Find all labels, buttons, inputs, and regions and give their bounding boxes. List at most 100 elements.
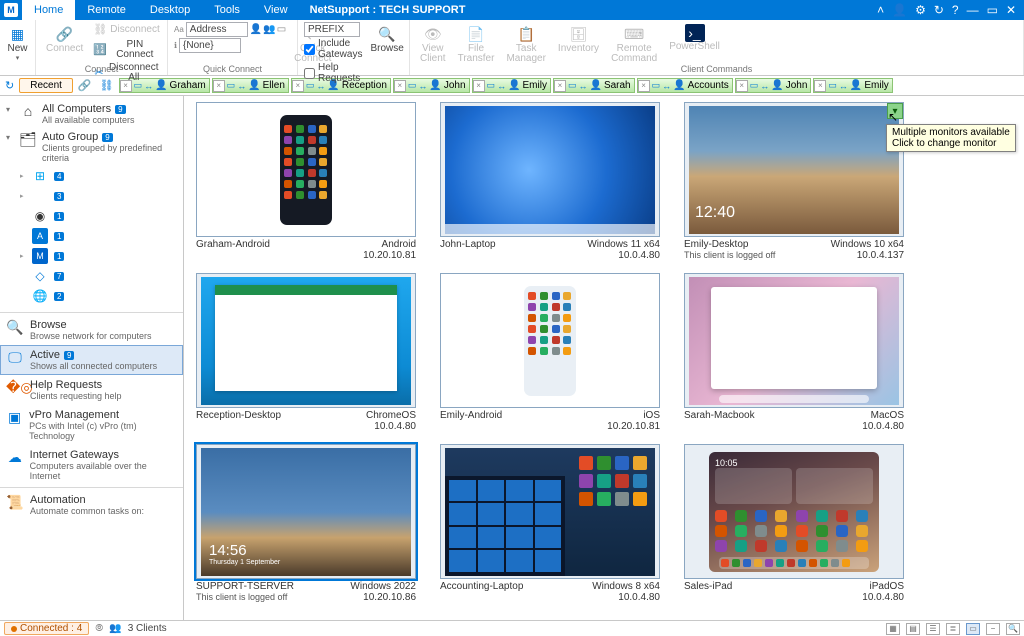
tree-os-cube[interactable]: ◇7 <box>2 266 181 286</box>
thumb-ip: 10.0.4.80 <box>592 592 660 603</box>
browse-button[interactable]: 🔍 Browse <box>366 22 407 85</box>
tab-home[interactable]: Home <box>22 0 75 20</box>
collapse-icon[interactable]: ▾ <box>6 103 14 114</box>
tree-os-android[interactable]: A1 <box>2 226 181 246</box>
disconnect-button[interactable]: ⛓ Disconnect <box>91 22 161 38</box>
zoom-out[interactable]: − <box>986 623 1000 635</box>
view-list[interactable]: ☰ <box>926 623 940 635</box>
tag-label: Graham <box>170 80 206 91</box>
client-thumbnail[interactable]: Sarah-MacbookMacOS10.0.4.80 <box>684 273 904 432</box>
client-tag[interactable]: ×▭↔👤Sarah <box>553 78 635 93</box>
client-thumbnail[interactable]: 10:05Sales-iPadiPadOS10.0.4.80 <box>684 444 904 603</box>
thumbnail-screenshot[interactable]: 10:05 <box>684 444 904 579</box>
thumbnail-screenshot[interactable] <box>196 273 416 408</box>
client-thumbnail[interactable]: Emily-AndroidiOS10.20.10.81 <box>440 273 660 432</box>
help-icon[interactable]: ? <box>952 3 959 17</box>
address-dropdown[interactable]: Address <box>186 22 248 37</box>
client-thumbnail[interactable]: Graham-AndroidAndroid10.20.10.81 <box>196 102 416 261</box>
thumb-ip: 10.0.4.80 <box>862 592 904 603</box>
client-thumbnail[interactable]: John-LaptopWindows 11 x6410.0.4.80 <box>440 102 660 261</box>
help-requests-check[interactable]: Help Requests <box>304 61 362 85</box>
tree-os-ns[interactable]: ▸M1 <box>2 246 181 266</box>
nav-active[interactable]: 🖵 Active9Shows all connected computers <box>0 345 183 375</box>
tree-auto-group[interactable]: ▾ 🗂 Auto Group9 Clients grouped by prede… <box>2 128 181 166</box>
thumbnail-screenshot[interactable] <box>440 102 660 237</box>
person-icon[interactable]: 👤 <box>250 24 262 35</box>
tag-close-icon[interactable]: × <box>213 80 225 92</box>
client-tag[interactable]: ×▭↔👤John <box>735 78 812 93</box>
client-tag[interactable]: ×▭↔👤Ellen <box>212 78 289 93</box>
task-icon: 📋 <box>516 24 536 44</box>
powershell-button[interactable]: ›_PowerShell <box>665 22 724 54</box>
client-tag[interactable]: ×▭↔👤Emily <box>472 78 551 93</box>
task-manager-button[interactable]: 📋TaskManager <box>502 22 549 66</box>
tab-view[interactable]: View <box>252 0 300 20</box>
inventory-button[interactable]: 🗄Inventory <box>554 22 603 56</box>
tab-desktop[interactable]: Desktop <box>138 0 202 20</box>
none-dropdown[interactable]: {None} <box>179 38 241 53</box>
tree-os-apple[interactable]: ▸3 <box>2 186 181 206</box>
pin-connect-button[interactable]: 🔢 PIN Connect <box>91 39 161 61</box>
view-small-icons[interactable]: ▤ <box>906 623 920 635</box>
zoom-in[interactable]: 🔍 <box>1006 623 1020 635</box>
new-button[interactable]: ▦ New ▾ <box>6 22 29 66</box>
group-icon[interactable]: 👥 <box>263 24 275 35</box>
client-thumbnail[interactable]: Reception-DesktopChromeOS10.0.4.80 <box>196 273 416 432</box>
multi-monitor-badge[interactable]: ▾ <box>887 103 903 119</box>
nav-vpro[interactable]: ▣ vPro ManagementPCs with Intel (c) vPro… <box>0 405 183 445</box>
gear-icon[interactable]: ⚙ <box>915 3 926 17</box>
thumbnail-screenshot[interactable] <box>440 273 660 408</box>
client-thumbnail[interactable]: 12:40▾Emily-DesktopThis client is logged… <box>684 102 904 261</box>
close-icon[interactable]: ✕ <box>1006 3 1016 17</box>
status-nodes-icon[interactable]: ⦾ <box>95 623 103 634</box>
tag-close-icon[interactable]: × <box>736 80 748 92</box>
tab-tools[interactable]: Tools <box>202 0 252 20</box>
refresh-small-icon[interactable]: ↻ <box>2 79 17 92</box>
client-tag[interactable]: ×▭↔👤Emily <box>813 78 892 93</box>
collapse-icon[interactable]: ▾ <box>6 131 14 142</box>
tree-all-computers[interactable]: ▾ ⌂ All Computers9 All available compute… <box>2 100 181 128</box>
client-thumbnail[interactable]: Accounting-LaptopWindows 8 x6410.0.4.80 <box>440 444 660 603</box>
maximize-icon[interactable]: ▭ <box>987 3 998 17</box>
user-icon[interactable]: 👤 <box>892 3 907 17</box>
file-transfer-button[interactable]: 📄FileTransfer <box>454 22 499 66</box>
nav-internet-gateways[interactable]: ☁ Internet GatewaysComputers available o… <box>0 445 183 485</box>
connect-button[interactable]: 🔗 Connect <box>42 22 87 56</box>
minimize-icon[interactable]: — <box>967 3 979 17</box>
view-details[interactable]: ≣ <box>946 623 960 635</box>
nav-automation[interactable]: 📜 AutomationAutomate common tasks on: <box>0 490 183 520</box>
client-thumbnail[interactable]: 14:56Thursday 1 SeptemberSUPPORT-TSERVER… <box>196 444 416 603</box>
ribbon: ▦ New ▾ 🔗 Connect ⛓ Disconnect 🔢 PIN Con… <box>0 20 1024 76</box>
view-large-icons[interactable]: ▦ <box>886 623 900 635</box>
thumbnail-screenshot[interactable]: 14:56Thursday 1 September <box>196 444 416 579</box>
tag-close-icon[interactable]: × <box>554 80 566 92</box>
thumbnail-screenshot[interactable] <box>684 273 904 408</box>
tree-os-windows[interactable]: ▸⊞4 <box>2 166 181 186</box>
thumbnail-screenshot[interactable] <box>440 444 660 579</box>
status-connected[interactable]: Connected : 4 <box>4 622 89 635</box>
tag-close-icon[interactable]: × <box>292 80 304 92</box>
remote-command-button[interactable]: ⌨RemoteCommand <box>607 22 661 66</box>
thumbnail-grid[interactable]: Graham-AndroidAndroid10.20.10.81John-Lap… <box>184 96 1024 620</box>
tag-close-icon[interactable]: × <box>473 80 485 92</box>
collapse-ribbon-icon[interactable]: ˄ <box>877 3 884 17</box>
view-thumbnails[interactable]: ▭ <box>966 623 980 635</box>
tree-os-chrome[interactable]: ◉1 <box>2 206 181 226</box>
thumbnail-screenshot[interactable]: 12:40▾ <box>684 102 904 237</box>
view-client-button[interactable]: 👁ViewClient <box>416 22 450 66</box>
tag-close-icon[interactable]: × <box>814 80 826 92</box>
nav-browse[interactable]: 🔍 BrowseBrowse network for computers <box>0 315 183 345</box>
prefix-input[interactable]: PREFIX <box>304 22 360 37</box>
thumbnail-screenshot[interactable] <box>196 102 416 237</box>
tag-link-icon: ↔ <box>497 81 506 91</box>
title-bar: M Home Remote Desktop Tools View NetSupp… <box>0 0 1024 20</box>
tag-avatar-icon: 👤 <box>248 80 260 91</box>
tag-close-icon[interactable]: × <box>638 80 650 92</box>
refresh-icon[interactable]: ↻ <box>934 3 944 17</box>
nav-help-requests[interactable]: �◎ Help RequestsClients requesting help <box>0 375 183 405</box>
client-tag[interactable]: ×▭↔👤Accounts <box>637 78 733 93</box>
screen-icon[interactable]: ▭ <box>277 24 286 35</box>
tree-os-web[interactable]: 🌐2 <box>2 286 181 306</box>
tab-remote[interactable]: Remote <box>75 0 138 20</box>
include-gateways-check[interactable]: Include Gateways <box>304 37 362 61</box>
